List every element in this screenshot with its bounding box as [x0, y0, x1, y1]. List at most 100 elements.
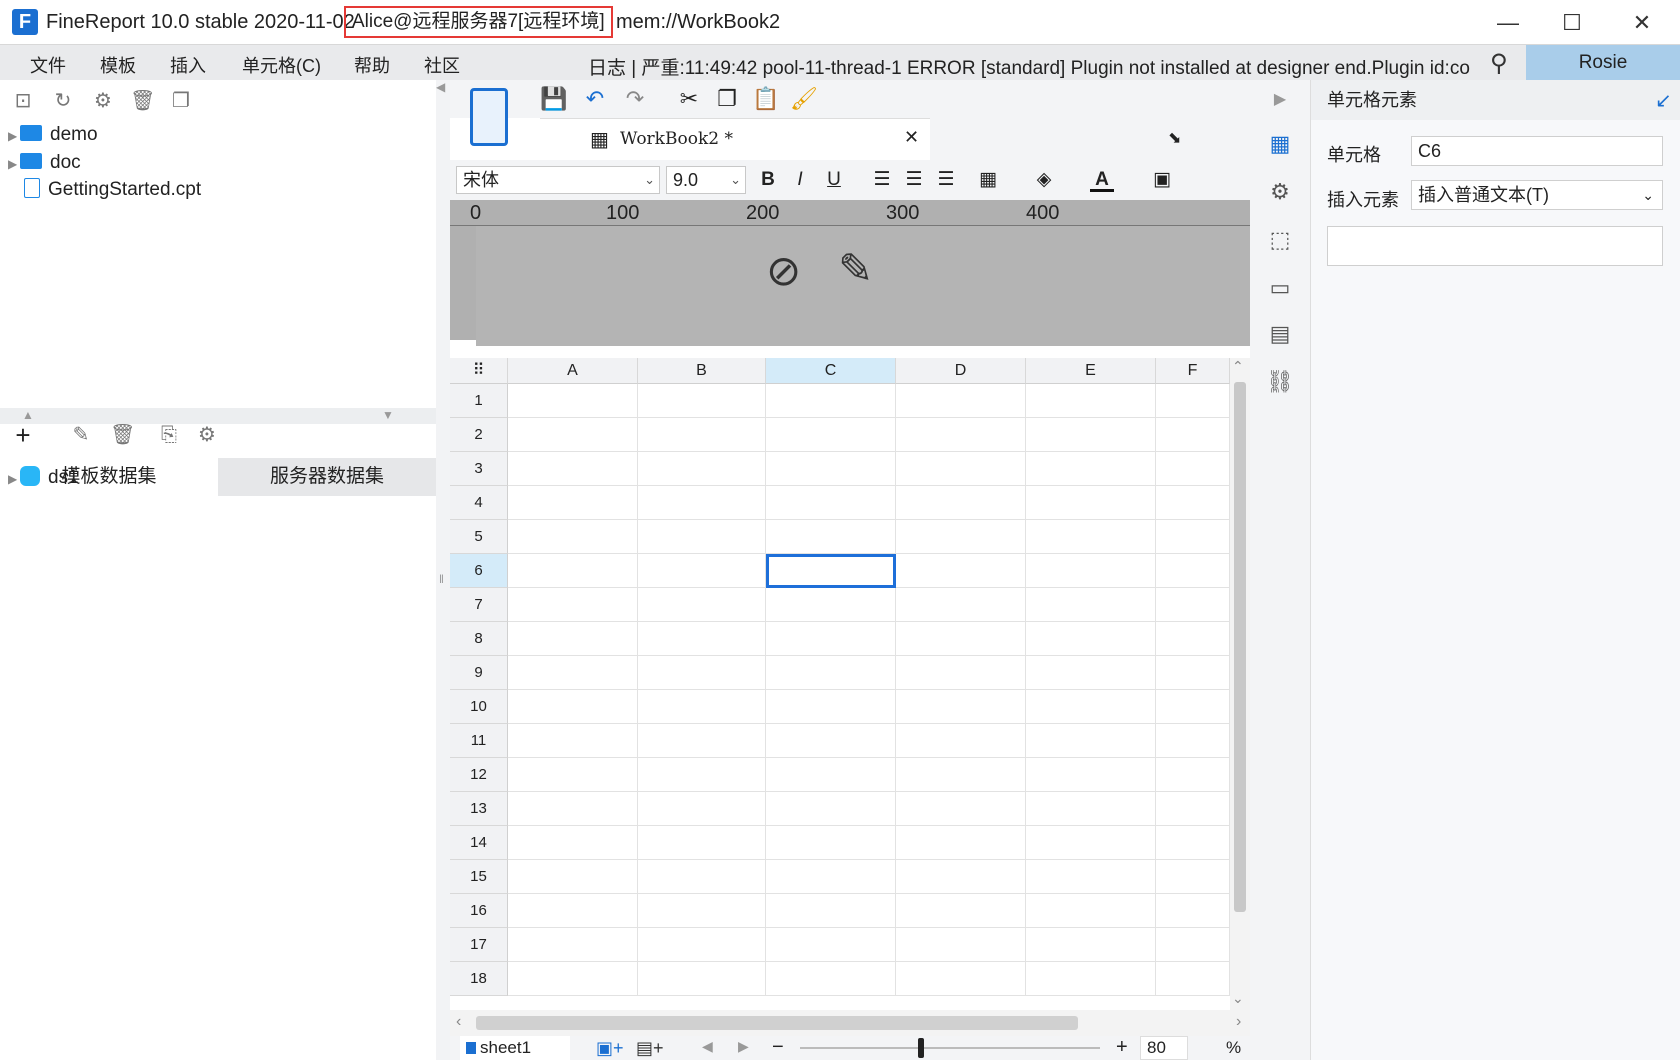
collapse-right-icon[interactable]: ▶ [1266, 86, 1294, 114]
pane-resize-grip[interactable]: ◀ ‖ [436, 80, 450, 1060]
search-icon[interactable]: ⚲ [1490, 49, 1508, 78]
cell-a14[interactable] [508, 826, 638, 860]
add-report-sheet-icon[interactable]: ▣+ [596, 1038, 624, 1059]
cell-d6[interactable] [896, 554, 1026, 588]
cell-c17[interactable] [766, 928, 896, 962]
cell-d4[interactable] [896, 486, 1026, 520]
cell-b4[interactable] [638, 486, 766, 520]
tab-server-datasets[interactable]: 服务器数据集 [218, 458, 436, 496]
cell-f11[interactable] [1156, 724, 1230, 758]
cell-d16[interactable] [896, 894, 1026, 928]
font-size-select[interactable]: 9.0 ⌄ [666, 166, 746, 194]
cell-a5[interactable] [508, 520, 638, 554]
cell-c1[interactable] [766, 384, 896, 418]
scroll-left-icon[interactable]: ‹ [456, 1013, 461, 1031]
copy-icon[interactable]: ❐ [714, 86, 740, 112]
row-header-9[interactable]: 9 [450, 656, 508, 690]
zoom-input[interactable]: 80 [1140, 1036, 1188, 1060]
row-header-2[interactable]: 2 [450, 418, 508, 452]
spreadsheet-grid[interactable]: ⠿ A B C D E F 1 2 3 4 5 6 7 8 9 10 11 12 13 14 15 16 17 18 [450, 358, 1230, 1010]
new-folder-icon[interactable]: ⊡ [12, 90, 34, 112]
cell-c11[interactable] [766, 724, 896, 758]
tree-item-gettingstarted[interactable]: GettingStarted.cpt [8, 177, 201, 203]
cell-e2[interactable] [1026, 418, 1156, 452]
underline-button[interactable]: U [822, 168, 846, 192]
close-button[interactable]: ✕ [1614, 6, 1670, 40]
menu-insert[interactable]: 插入 [170, 52, 206, 78]
cell-f6[interactable] [1156, 554, 1230, 588]
cell-c12[interactable] [766, 758, 896, 792]
cell-a7[interactable] [508, 588, 638, 622]
insert-element-select[interactable]: 插入普通文本(T) ⌄ [1411, 180, 1663, 210]
select-all-corner[interactable]: ⠿ [450, 358, 508, 384]
cell-d8[interactable] [896, 622, 1026, 656]
cell-c3[interactable] [766, 452, 896, 486]
cell-e18[interactable] [1026, 962, 1156, 996]
column-header-f[interactable]: F [1156, 358, 1230, 384]
menu-community[interactable]: 社区 [424, 52, 460, 78]
cell-e4[interactable] [1026, 486, 1156, 520]
row-header-3[interactable]: 3 [450, 452, 508, 486]
row-header-15[interactable]: 15 [450, 860, 508, 894]
align-center-icon[interactable]: ☰ [902, 168, 926, 192]
cell-c7[interactable] [766, 588, 896, 622]
cell-c10[interactable] [766, 690, 896, 724]
cell-a13[interactable] [508, 792, 638, 826]
delete-icon[interactable]: 🗑 [110, 424, 135, 446]
cell-e16[interactable] [1026, 894, 1156, 928]
preview-icon[interactable]: ⎘ [158, 424, 180, 446]
cell-f1[interactable] [1156, 384, 1230, 418]
cell-c16[interactable] [766, 894, 896, 928]
cell-c4[interactable] [766, 486, 896, 520]
cell-c2[interactable] [766, 418, 896, 452]
font-family-select[interactable]: 宋体 ⌄ [456, 166, 660, 194]
cell-c18[interactable] [766, 962, 896, 996]
condition-icon[interactable]: ▭ [1266, 274, 1294, 302]
cell-e17[interactable] [1026, 928, 1156, 962]
cell-b7[interactable] [638, 588, 766, 622]
paste-icon[interactable]: 📋 [752, 86, 779, 112]
cell-e3[interactable] [1026, 452, 1156, 486]
align-right-icon[interactable]: ☰ [934, 168, 958, 192]
cell-e10[interactable] [1026, 690, 1156, 724]
layer-icon[interactable]: ▤ [1266, 320, 1294, 348]
scroll-up-icon[interactable]: ⌃ [1232, 358, 1244, 375]
cell-b8[interactable] [638, 622, 766, 656]
cell-e14[interactable] [1026, 826, 1156, 860]
align-left-icon[interactable]: ☰ [870, 168, 894, 192]
cell-e11[interactable] [1026, 724, 1156, 758]
cell-b18[interactable] [638, 962, 766, 996]
tab-sheet1[interactable]: sheet1 [460, 1036, 570, 1060]
cell-f2[interactable] [1156, 418, 1230, 452]
cell-e9[interactable] [1026, 656, 1156, 690]
cell-c14[interactable] [766, 826, 896, 860]
cell-d13[interactable] [896, 792, 1026, 826]
row-header-18[interactable]: 18 [450, 962, 508, 996]
cell-b11[interactable] [638, 724, 766, 758]
cell-a10[interactable] [508, 690, 638, 724]
tab-workbook2[interactable]: ▦ WorkBook2 * ✕ [540, 118, 930, 160]
cell-d14[interactable] [896, 826, 1026, 860]
cell-b6[interactable] [638, 554, 766, 588]
scroll-down-icon[interactable]: ⌄ [1232, 990, 1244, 1007]
cell-d1[interactable] [896, 384, 1026, 418]
cell-f5[interactable] [1156, 520, 1230, 554]
tree-item-doc[interactable]: ▶ doc [8, 150, 81, 176]
cell-f17[interactable] [1156, 928, 1230, 962]
zoom-slider[interactable] [800, 1047, 1100, 1049]
pencil-icon[interactable]: ✎ [838, 244, 873, 293]
cell-d18[interactable] [896, 962, 1026, 996]
cell-b3[interactable] [638, 452, 766, 486]
cell-e7[interactable] [1026, 588, 1156, 622]
cell-f14[interactable] [1156, 826, 1230, 860]
row-header-7[interactable]: 7 [450, 588, 508, 622]
undo-icon[interactable]: ↶ [582, 86, 608, 112]
dataset-ds1[interactable]: ▶ ds1 [8, 465, 79, 491]
row-header-6[interactable]: 6 [450, 554, 508, 588]
row-header-4[interactable]: 4 [450, 486, 508, 520]
zoom-out-icon[interactable]: − [772, 1036, 784, 1059]
row-header-13[interactable]: 13 [450, 792, 508, 826]
cell-b10[interactable] [638, 690, 766, 724]
column-header-b[interactable]: B [638, 358, 766, 384]
column-header-a[interactable]: A [508, 358, 638, 384]
